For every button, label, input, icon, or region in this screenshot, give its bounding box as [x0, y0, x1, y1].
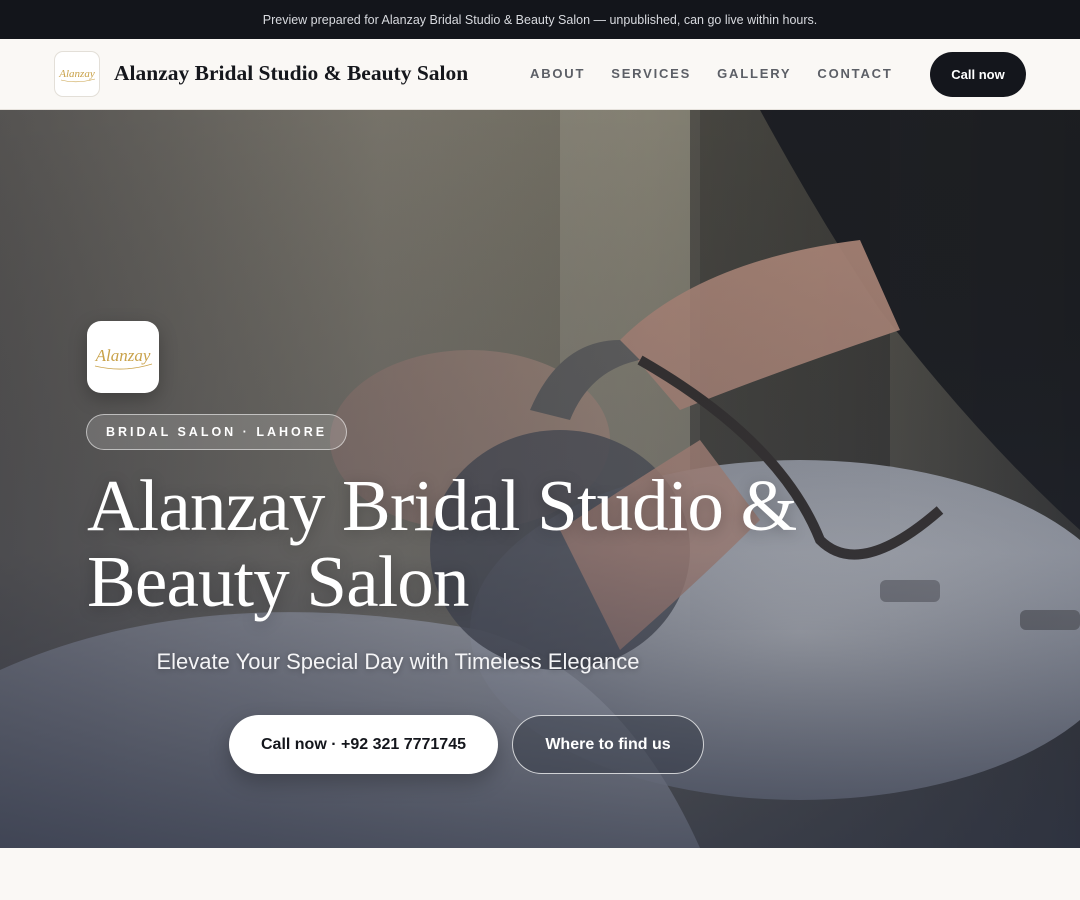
where-to-find-us-button[interactable]: Where to find us	[512, 715, 704, 774]
hero-section: Alanzay BRIDAL SALON · LAHORE Alanzay Br…	[0, 110, 1080, 848]
main-nav: ABOUT SERVICES GALLERY CONTACT	[530, 66, 893, 81]
hero-subtitle: Elevate Your Special Day with Timeless E…	[156, 649, 640, 674]
brand-name[interactable]: Alanzay Bridal Studio & Beauty Salon	[114, 61, 468, 86]
call-phone-button[interactable]: Call now · +92 321 7771745	[229, 715, 498, 774]
call-now-button[interactable]: Call now	[930, 52, 1026, 97]
alanzay-logo-icon: Alanzay	[58, 68, 96, 83]
svg-text:Alanzay: Alanzay	[95, 346, 151, 365]
nav-about[interactable]: ABOUT	[530, 66, 585, 81]
alanzay-logo-icon: Alanzay	[95, 346, 153, 370]
hero-badge: BRIDAL SALON · LAHORE	[86, 414, 348, 450]
site-header: Alanzay Alanzay Bridal Studio & Beauty S…	[0, 39, 1080, 110]
hero-content: Alanzay BRIDAL SALON · LAHORE Alanzay Br…	[0, 110, 1080, 848]
hero-title: Alanzay Bridal Studio & Beauty Salon	[87, 465, 797, 622]
nav-contact[interactable]: CONTACT	[817, 66, 892, 81]
preview-banner-text: Preview prepared for Alanzay Bridal Stud…	[262, 12, 818, 27]
brand-logo[interactable]: Alanzay	[54, 51, 100, 97]
svg-text:Alanzay: Alanzay	[58, 68, 95, 80]
nav-services[interactable]: SERVICES	[611, 66, 691, 81]
preview-banner: Preview prepared for Alanzay Bridal Stud…	[0, 0, 1080, 39]
hero-logo: Alanzay	[87, 321, 159, 393]
nav-gallery[interactable]: GALLERY	[717, 66, 791, 81]
